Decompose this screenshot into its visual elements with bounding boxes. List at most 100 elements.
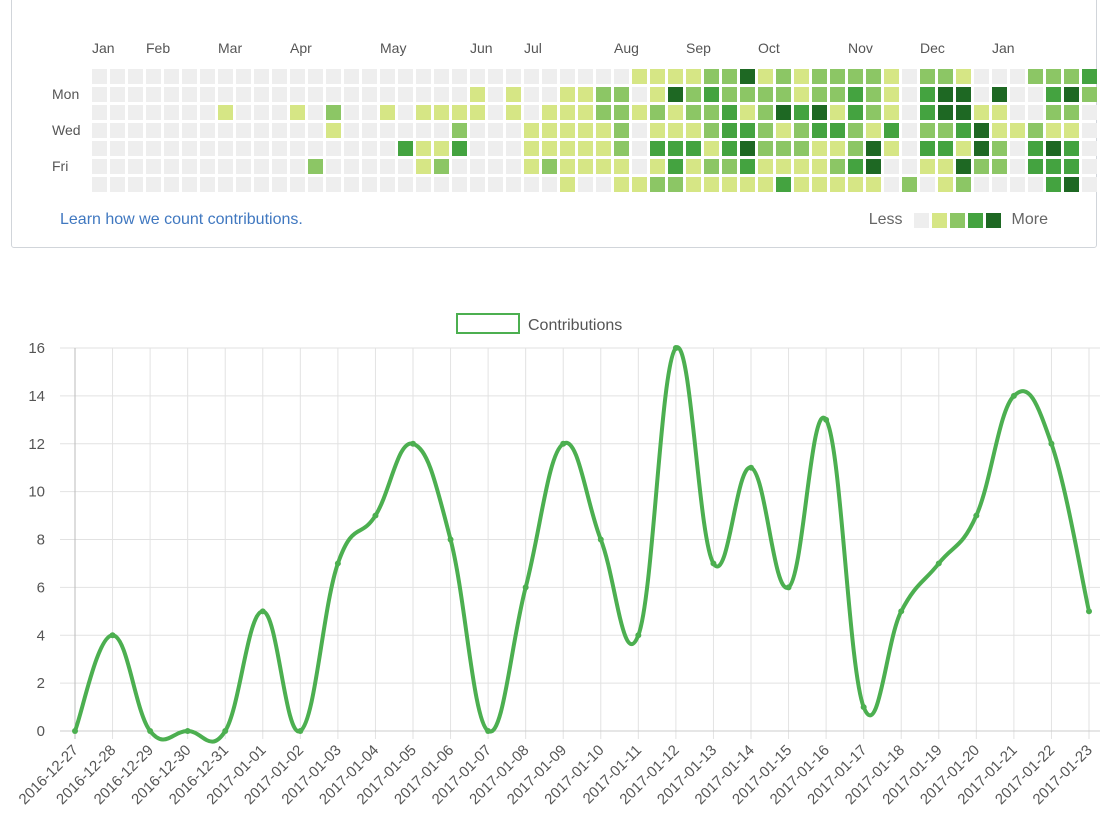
heatmap-cell[interactable] xyxy=(1064,177,1079,192)
heatmap-cell[interactable] xyxy=(596,105,611,120)
heatmap-cell[interactable] xyxy=(164,105,179,120)
heatmap-cell[interactable] xyxy=(200,69,215,84)
heatmap-cell[interactable] xyxy=(398,159,413,174)
heatmap-cell[interactable] xyxy=(704,105,719,120)
heatmap-cell[interactable] xyxy=(1028,141,1043,156)
data-point[interactable] xyxy=(748,464,754,471)
heatmap-cell[interactable] xyxy=(938,87,953,102)
heatmap-cell[interactable] xyxy=(1010,105,1025,120)
heatmap-cell[interactable] xyxy=(308,87,323,102)
heatmap-cell[interactable] xyxy=(326,141,341,156)
heatmap-cell[interactable] xyxy=(434,69,449,84)
heatmap-cell[interactable] xyxy=(830,105,845,120)
data-point[interactable] xyxy=(259,608,266,615)
heatmap-cell[interactable] xyxy=(218,87,233,102)
heatmap-cell[interactable] xyxy=(758,141,773,156)
heatmap-cell[interactable] xyxy=(560,105,575,120)
heatmap-cell[interactable] xyxy=(380,159,395,174)
heatmap-cell[interactable] xyxy=(1082,105,1097,120)
heatmap-cell[interactable] xyxy=(164,87,179,102)
data-point[interactable] xyxy=(597,536,604,543)
heatmap-cell[interactable] xyxy=(884,69,899,84)
heatmap-cell[interactable] xyxy=(128,123,143,138)
heatmap-cell[interactable] xyxy=(614,87,629,102)
heatmap-cell[interactable] xyxy=(794,141,809,156)
heatmap-cell[interactable] xyxy=(308,159,323,174)
heatmap-cell[interactable] xyxy=(614,141,629,156)
heatmap-cell[interactable] xyxy=(740,141,755,156)
heatmap-cell[interactable] xyxy=(1082,87,1097,102)
heatmap-cell[interactable] xyxy=(866,141,881,156)
heatmap-cell[interactable] xyxy=(290,87,305,102)
heatmap-cell[interactable] xyxy=(1064,141,1079,156)
heatmap-cell[interactable] xyxy=(776,177,791,192)
heatmap-cell[interactable] xyxy=(1028,123,1043,138)
heatmap-cell[interactable] xyxy=(470,105,485,120)
heatmap-cell[interactable] xyxy=(992,177,1007,192)
heatmap-cell[interactable] xyxy=(1010,69,1025,84)
heatmap-cell[interactable] xyxy=(92,69,107,84)
heatmap-cell[interactable] xyxy=(272,123,287,138)
heatmap-cell[interactable] xyxy=(668,123,683,138)
heatmap-cell[interactable] xyxy=(290,141,305,156)
heatmap-cell[interactable] xyxy=(416,159,431,174)
heatmap-cell[interactable] xyxy=(956,123,971,138)
heatmap-cell[interactable] xyxy=(740,177,755,192)
heatmap-cell[interactable] xyxy=(668,87,683,102)
heatmap-cell[interactable] xyxy=(362,69,377,84)
heatmap-cell[interactable] xyxy=(380,123,395,138)
heatmap-cell[interactable] xyxy=(254,159,269,174)
heatmap-cell[interactable] xyxy=(776,141,791,156)
heatmap-cell[interactable] xyxy=(218,141,233,156)
heatmap-cell[interactable] xyxy=(110,141,125,156)
heatmap-cell[interactable] xyxy=(956,177,971,192)
heatmap-cell[interactable] xyxy=(272,141,287,156)
heatmap-cell[interactable] xyxy=(218,123,233,138)
heatmap-cell[interactable] xyxy=(578,159,593,174)
heatmap-cell[interactable] xyxy=(488,159,503,174)
data-point[interactable] xyxy=(973,512,980,519)
heatmap-cell[interactable] xyxy=(830,177,845,192)
heatmap-cell[interactable] xyxy=(380,141,395,156)
heatmap-cell[interactable] xyxy=(1082,159,1097,174)
heatmap-cell[interactable] xyxy=(956,87,971,102)
heatmap-cell[interactable] xyxy=(128,159,143,174)
heatmap-cell[interactable] xyxy=(128,87,143,102)
heatmap-cell[interactable] xyxy=(848,141,863,156)
heatmap-cell[interactable] xyxy=(740,105,755,120)
heatmap-cell[interactable] xyxy=(650,105,665,120)
data-point[interactable] xyxy=(222,728,229,734)
heatmap-cell[interactable] xyxy=(506,69,521,84)
heatmap-cell[interactable] xyxy=(398,123,413,138)
heatmap-cell[interactable] xyxy=(848,87,863,102)
heatmap-cell[interactable] xyxy=(452,87,467,102)
heatmap-cell[interactable] xyxy=(704,69,719,84)
heatmap-cell[interactable] xyxy=(866,69,881,84)
heatmap-cell[interactable] xyxy=(794,177,809,192)
heatmap-cell[interactable] xyxy=(236,123,251,138)
heatmap-cell[interactable] xyxy=(632,177,647,192)
heatmap-cell[interactable] xyxy=(236,177,251,192)
data-point[interactable] xyxy=(710,560,717,567)
heatmap-cell[interactable] xyxy=(956,69,971,84)
heatmap-cell[interactable] xyxy=(344,177,359,192)
heatmap-cell[interactable] xyxy=(254,105,269,120)
heatmap-cell[interactable] xyxy=(452,69,467,84)
heatmap-cell[interactable] xyxy=(1046,159,1061,174)
heatmap-cell[interactable] xyxy=(704,159,719,174)
heatmap-cell[interactable] xyxy=(200,105,215,120)
heatmap-cell[interactable] xyxy=(398,105,413,120)
heatmap-cell[interactable] xyxy=(236,141,251,156)
heatmap-cell[interactable] xyxy=(920,141,935,156)
heatmap-cell[interactable] xyxy=(668,141,683,156)
heatmap-cell[interactable] xyxy=(290,69,305,84)
heatmap-cell[interactable] xyxy=(992,123,1007,138)
heatmap-cell[interactable] xyxy=(740,159,755,174)
heatmap-cell[interactable] xyxy=(1028,177,1043,192)
heatmap-cell[interactable] xyxy=(776,69,791,84)
heatmap-cell[interactable] xyxy=(686,105,701,120)
heatmap-cell[interactable] xyxy=(164,69,179,84)
heatmap-cell[interactable] xyxy=(434,123,449,138)
heatmap-cell[interactable] xyxy=(686,87,701,102)
heatmap-cell[interactable] xyxy=(668,177,683,192)
